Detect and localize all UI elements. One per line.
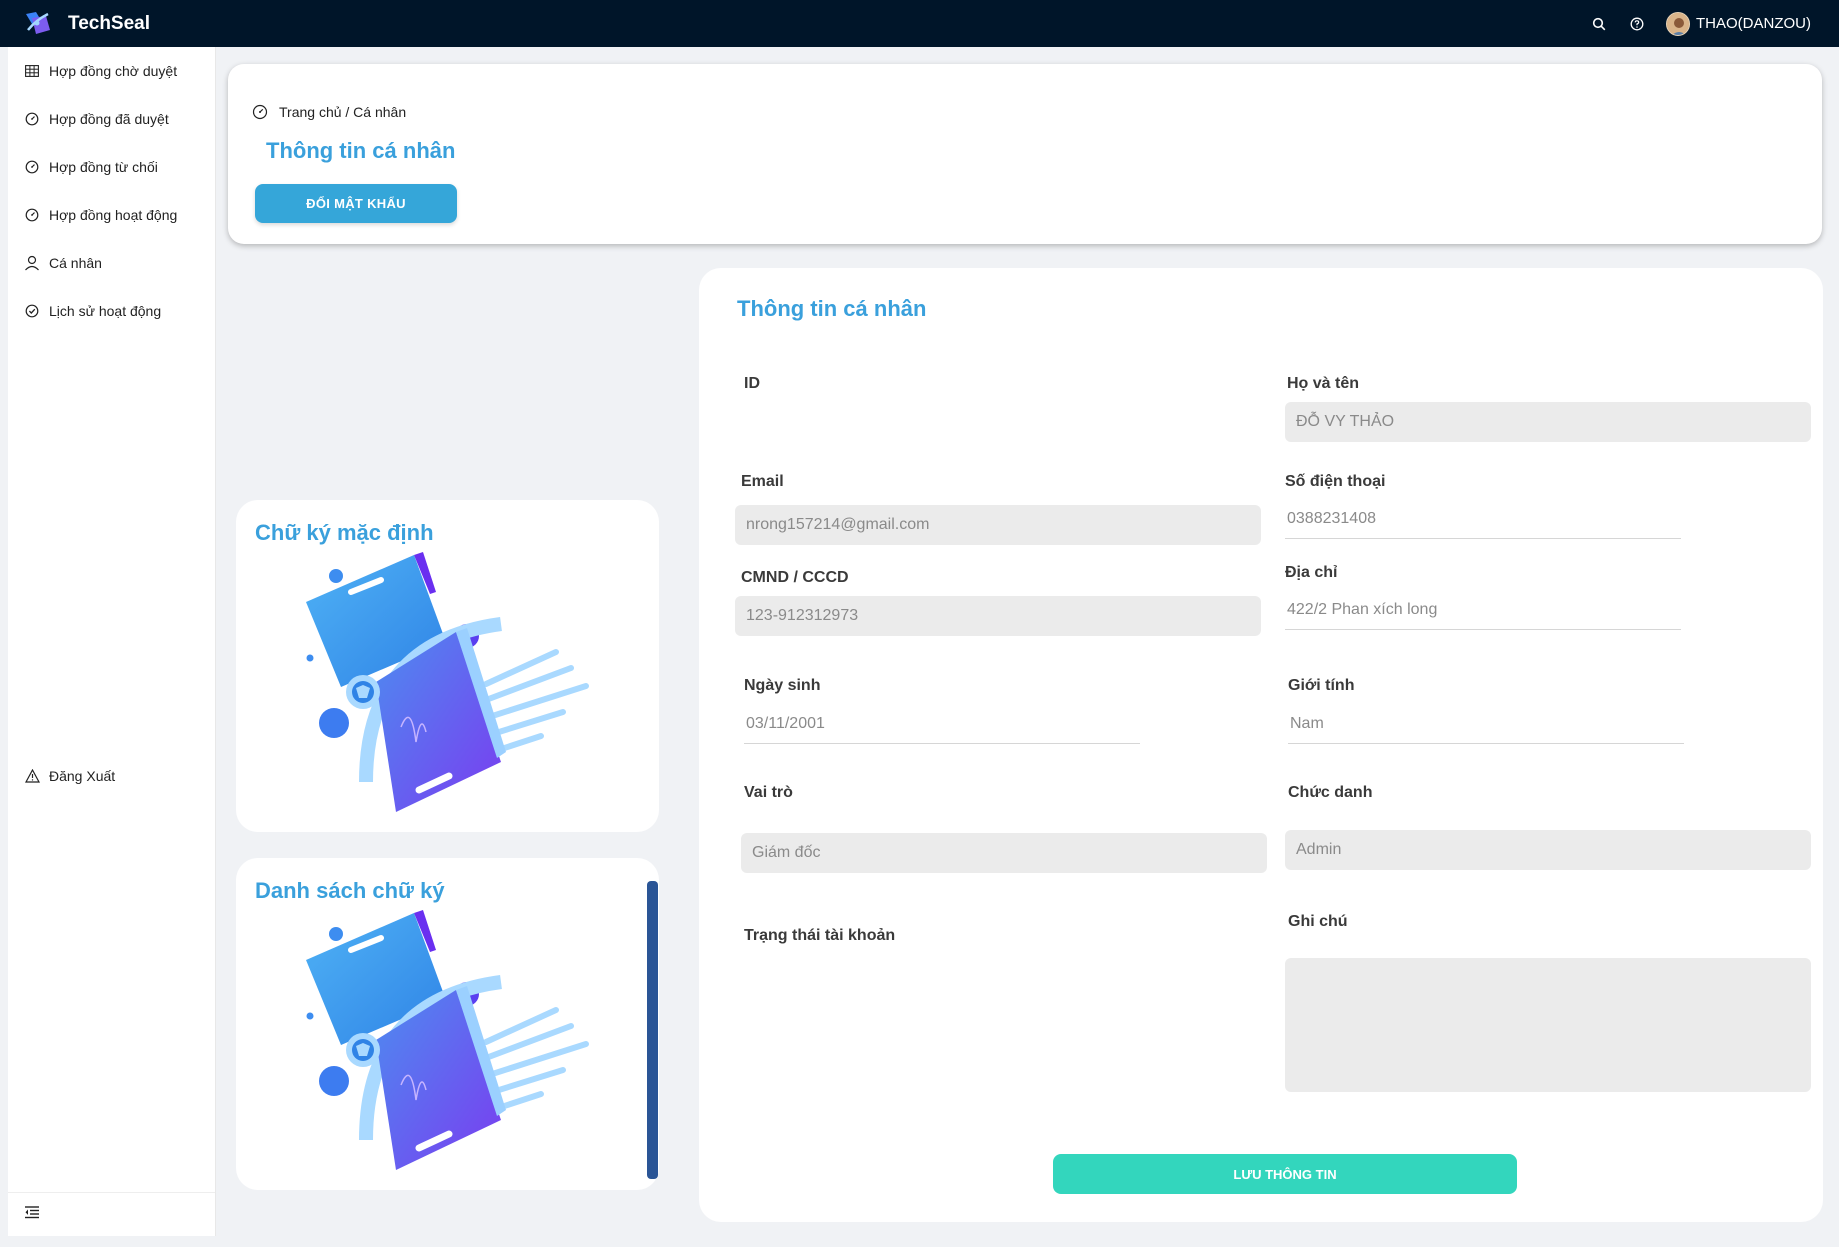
- sidebar-item-label: Lịch sử hoạt động: [49, 303, 162, 319]
- signature-list-card: Danh sách chữ ký: [236, 858, 659, 1190]
- avatar[interactable]: [1666, 11, 1690, 36]
- sidebar-item-label: Cá nhân: [49, 255, 102, 271]
- top-header: TechSeal THAO(DANZOU): [0, 0, 1839, 47]
- phone-field[interactable]: 0388231408: [1285, 499, 1681, 539]
- change-password-button[interactable]: ĐỔI MẬT KHẨU: [255, 184, 457, 223]
- sidebar-item-activity-history[interactable]: Lịch sử hoạt động: [8, 287, 215, 335]
- user-name[interactable]: THAO(DANZOU): [1696, 15, 1811, 32]
- page-header-card: Trang chủ / Cá nhân Thông tin cá nhân ĐỔ…: [228, 64, 1822, 244]
- save-info-button[interactable]: LƯU THÔNG TIN: [1053, 1154, 1517, 1194]
- role-field[interactable]: Giám đốc: [741, 833, 1267, 873]
- id-card-label: CMND / CCCD: [741, 569, 849, 586]
- sidebar-item-label: Hợp đồng đã duyệt: [49, 111, 169, 127]
- email-label: Email: [741, 473, 784, 490]
- help-icon[interactable]: [1628, 15, 1646, 33]
- sidebar-item-label: Hợp đồng từ chối: [49, 159, 158, 175]
- birthday-field[interactable]: 03/11/2001: [744, 704, 1140, 744]
- default-signature-card: Chữ ký mặc định: [236, 500, 659, 832]
- position-label: Chức danh: [1288, 784, 1373, 801]
- user-icon: [24, 255, 40, 271]
- id-card-field[interactable]: 123-912312973: [735, 596, 1261, 636]
- signature-list-scrollbar[interactable]: [647, 881, 658, 1179]
- signature-list-title: Danh sách chữ ký: [255, 878, 445, 903]
- sidebar-item-label: Hợp đồng chờ duyệt: [49, 63, 178, 79]
- warning-icon: [24, 768, 40, 784]
- address-label: Địa chỉ: [1285, 564, 1338, 581]
- check-circle-icon: [24, 303, 40, 319]
- note-label: Ghi chú: [1288, 913, 1348, 930]
- email-field[interactable]: nrong157214@gmail.com: [735, 505, 1261, 545]
- gender-field[interactable]: Nam: [1288, 704, 1684, 744]
- techseal-logo-icon: [26, 11, 50, 34]
- table-icon: [24, 63, 40, 79]
- sidebar-item-pending-contracts[interactable]: Hợp đồng chờ duyệt: [8, 47, 215, 95]
- app-name: TechSeal: [68, 12, 151, 34]
- app-logo[interactable]: TechSeal: [22, 8, 150, 40]
- address-field[interactable]: 422/2 Phan xích long: [1285, 590, 1681, 630]
- id-value: [744, 398, 746, 438]
- default-signature-title: Chữ ký mặc định: [255, 520, 434, 545]
- full-name-label: Họ và tên: [1287, 375, 1360, 392]
- sidebar-item-rejected-contracts[interactable]: Hợp đồng từ chối: [8, 143, 215, 191]
- dashboard-icon: [24, 159, 40, 175]
- role-label: Vai trò: [744, 784, 793, 801]
- full-name-field[interactable]: ĐỖ VY THẢO: [1285, 402, 1811, 442]
- sidebar-item-personal[interactable]: Cá nhân: [8, 239, 215, 287]
- dashboard-icon: [252, 104, 268, 120]
- sidebar-item-label: Hợp đồng hoạt động: [49, 207, 178, 223]
- breadcrumb-text[interactable]: Trang chủ / Cá nhân: [279, 104, 406, 120]
- signature-illustration: [306, 552, 589, 812]
- dashboard-icon: [24, 111, 40, 127]
- account-status-label: Trạng thái tài khoản: [744, 927, 896, 944]
- page-title: Thông tin cá nhân: [266, 138, 456, 163]
- sidebar: Hợp đồng chờ duyệt Hợp đồng đã duyệt Hợp…: [8, 47, 216, 1236]
- collapse-sidebar-button[interactable]: [8, 1192, 215, 1236]
- search-icon[interactable]: [1590, 15, 1608, 33]
- birthday-label: Ngày sinh: [744, 677, 821, 694]
- breadcrumb: Trang chủ / Cá nhân: [252, 104, 406, 120]
- dashboard-icon: [24, 207, 40, 223]
- logout-label: Đăng Xuất: [49, 768, 116, 784]
- logout-button[interactable]: Đăng Xuất: [8, 752, 215, 800]
- sidebar-item-active-contracts[interactable]: Hợp đồng hoạt động: [8, 191, 215, 239]
- gender-label: Giới tính: [1288, 677, 1355, 694]
- menu-fold-icon: [24, 1205, 40, 1224]
- id-label: ID: [744, 375, 760, 392]
- sidebar-item-approved-contracts[interactable]: Hợp đồng đã duyệt: [8, 95, 215, 143]
- phone-label: Số điện thoại: [1285, 473, 1386, 490]
- note-textarea[interactable]: [1285, 958, 1811, 1092]
- signature-illustration: [306, 910, 589, 1170]
- personal-info-title: Thông tin cá nhân: [737, 296, 927, 321]
- position-field[interactable]: Admin: [1285, 830, 1811, 870]
- personal-info-card: Thông tin cá nhân ID Họ và tên ĐỖ VY THẢ…: [699, 268, 1823, 1222]
